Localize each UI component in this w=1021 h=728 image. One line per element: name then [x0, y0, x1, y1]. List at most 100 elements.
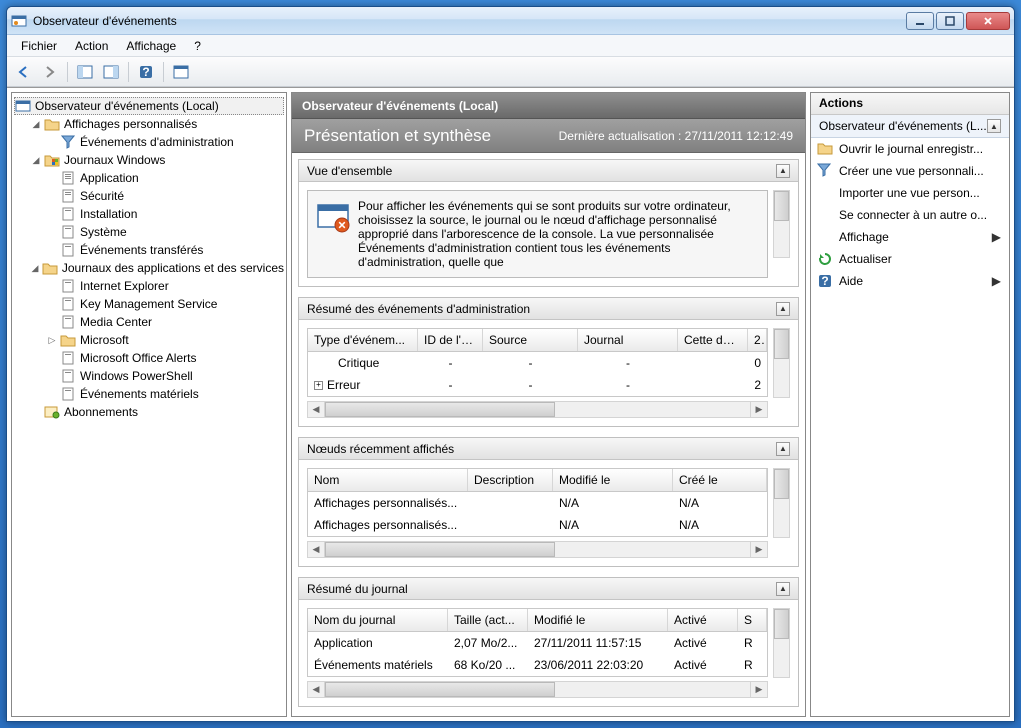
horizontal-scrollbar[interactable]: ◀▶ [307, 681, 768, 698]
tree-admin-events[interactable]: Événements d'administration [14, 133, 284, 151]
expand-icon[interactable]: ▷ [46, 334, 58, 346]
collapse-icon[interactable]: ◢ [30, 262, 40, 274]
table-row[interactable]: Affichages personnalisés...N/AN/A [308, 514, 767, 536]
log-icon [60, 386, 76, 402]
menu-view[interactable]: Affichage [118, 37, 184, 55]
toolbar-separator [128, 62, 129, 82]
col-cette[interactable]: Cette der... [678, 329, 748, 351]
show-actions-button[interactable] [100, 61, 122, 83]
tree-app-microsoft[interactable]: ▷Microsoft [14, 331, 284, 349]
action-create-view[interactable]: Créer une vue personnali... [811, 160, 1009, 182]
col-log[interactable]: Journal [578, 329, 678, 351]
minimize-button[interactable] [906, 12, 934, 30]
tree-app-kms[interactable]: Key Management Service [14, 295, 284, 313]
toolbar: ? [7, 57, 1014, 87]
vertical-scrollbar[interactable] [773, 608, 790, 678]
action-import-view[interactable]: Importer une vue person... [811, 182, 1009, 204]
vertical-scrollbar[interactable] [773, 468, 790, 538]
close-button[interactable] [966, 12, 1010, 30]
tree-win-application[interactable]: Application [14, 169, 284, 187]
collapse-button[interactable]: ▲ [776, 164, 790, 178]
section-title: Nœuds récemment affichés [307, 442, 454, 456]
tree-app-hardware[interactable]: Événements matériels [14, 385, 284, 403]
show-tree-button[interactable] [74, 61, 96, 83]
action-refresh[interactable]: Actualiser [811, 248, 1009, 270]
menu-action[interactable]: Action [67, 37, 116, 55]
col-id[interactable]: ID de l'é... [418, 329, 483, 351]
main-content[interactable]: Vue d'ensemble▲ Pour afficher les événem… [292, 153, 805, 716]
maximize-button[interactable] [936, 12, 964, 30]
col-type[interactable]: Type d'événem... [308, 329, 418, 351]
tree-root[interactable]: Observateur d'événements (Local) [14, 97, 284, 115]
tree-custom-views[interactable]: ◢Affichages personnalisés [14, 115, 284, 133]
properties-button[interactable] [170, 61, 192, 83]
tree-app-logs[interactable]: ◢Journaux des applications et des servic… [14, 259, 284, 277]
table-row[interactable]: Application2,07 Mo/2...27/11/2011 11:57:… [308, 632, 767, 654]
forward-button[interactable] [39, 61, 61, 83]
action-view[interactable]: Affichage▶ [811, 226, 1009, 248]
table-row[interactable]: Affichages personnalisés...N/AN/A [308, 492, 767, 514]
col-name[interactable]: Nom [308, 469, 468, 491]
col-modified[interactable]: Modifié le [528, 609, 668, 631]
tree-subscriptions[interactable]: Abonnements [14, 403, 284, 421]
col-created[interactable]: Créé le [673, 469, 767, 491]
body-panes: Observateur d'événements (Local) ◢Affich… [7, 87, 1014, 721]
tree-app-ie[interactable]: Internet Explorer [14, 277, 284, 295]
tree-app-office[interactable]: Microsoft Office Alerts [14, 349, 284, 367]
chevron-right-icon: ▶ [992, 274, 1001, 288]
col-24h[interactable]: 24 h [748, 329, 767, 351]
tree-win-system[interactable]: Système [14, 223, 284, 241]
tree-win-setup[interactable]: Installation [14, 205, 284, 223]
actions-group-header[interactable]: Observateur d'événements (L... ▲ [811, 115, 1009, 138]
col-logname[interactable]: Nom du journal [308, 609, 448, 631]
collapse-button[interactable]: ▲ [987, 119, 1001, 133]
logsum-table[interactable]: Nom du journal Taille (act... Modifié le… [307, 608, 768, 677]
refresh-icon [817, 251, 833, 267]
col-size[interactable]: Taille (act... [448, 609, 528, 631]
event-viewer-icon [15, 98, 31, 114]
col-source[interactable]: Source [483, 329, 578, 351]
expand-icon[interactable]: + [314, 381, 323, 390]
tree-app-powershell[interactable]: Windows PowerShell [14, 367, 284, 385]
collapse-button[interactable]: ▲ [776, 582, 790, 596]
collapse-icon[interactable]: ◢ [30, 118, 42, 130]
col-s[interactable]: S [738, 609, 767, 631]
col-desc[interactable]: Description [468, 469, 553, 491]
collapse-icon[interactable]: ◢ [30, 154, 42, 166]
tree-app-mc[interactable]: Media Center [14, 313, 284, 331]
collapse-button[interactable]: ▲ [776, 442, 790, 456]
main-panel: Observateur d'événements (Local) Présent… [291, 92, 806, 717]
horizontal-scrollbar[interactable]: ◀▶ [307, 401, 768, 418]
horizontal-scrollbar[interactable]: ◀▶ [307, 541, 768, 558]
vertical-scrollbar[interactable] [773, 190, 790, 258]
action-open-log[interactable]: Ouvrir le journal enregistr... [811, 138, 1009, 160]
menu-file[interactable]: Fichier [13, 37, 65, 55]
tree-panel[interactable]: Observateur d'événements (Local) ◢Affich… [11, 92, 287, 717]
actions-panel: Actions Observateur d'événements (L... ▲… [810, 92, 1010, 717]
back-button[interactable] [13, 61, 35, 83]
collapse-button[interactable]: ▲ [776, 302, 790, 316]
folder-open-icon [817, 141, 833, 157]
help-icon: ? [817, 273, 833, 289]
window-title: Observateur d'événements [33, 14, 906, 28]
recent-table[interactable]: Nom Description Modifié le Créé le Affic… [307, 468, 768, 537]
table-row[interactable]: Événements matériels68 Ko/20 ...23/06/20… [308, 654, 767, 676]
tree-windows-logs[interactable]: ◢Journaux Windows [14, 151, 284, 169]
action-connect[interactable]: Se connecter à un autre o... [811, 204, 1009, 226]
help-toolbar-button[interactable]: ? [135, 61, 157, 83]
log-icon [60, 188, 76, 204]
vertical-scrollbar[interactable] [773, 328, 790, 398]
menu-help[interactable]: ? [186, 37, 209, 55]
summary-table[interactable]: Type d'événem... ID de l'é... Source Jou… [307, 328, 768, 397]
tree-win-forwarded[interactable]: Événements transférés [14, 241, 284, 259]
table-row[interactable]: Critique - - - 0 [308, 352, 767, 374]
table-row[interactable]: +Erreur - - - 2 [308, 374, 767, 396]
tree-win-security[interactable]: Sécurité [14, 187, 284, 205]
col-enabled[interactable]: Activé [668, 609, 738, 631]
action-help[interactable]: ?Aide▶ [811, 270, 1009, 292]
log-icon [60, 350, 76, 366]
folder-icon [42, 260, 58, 276]
col-mod[interactable]: Modifié le [553, 469, 673, 491]
actions-title: Actions [811, 93, 1009, 115]
svg-text:?: ? [142, 65, 149, 79]
